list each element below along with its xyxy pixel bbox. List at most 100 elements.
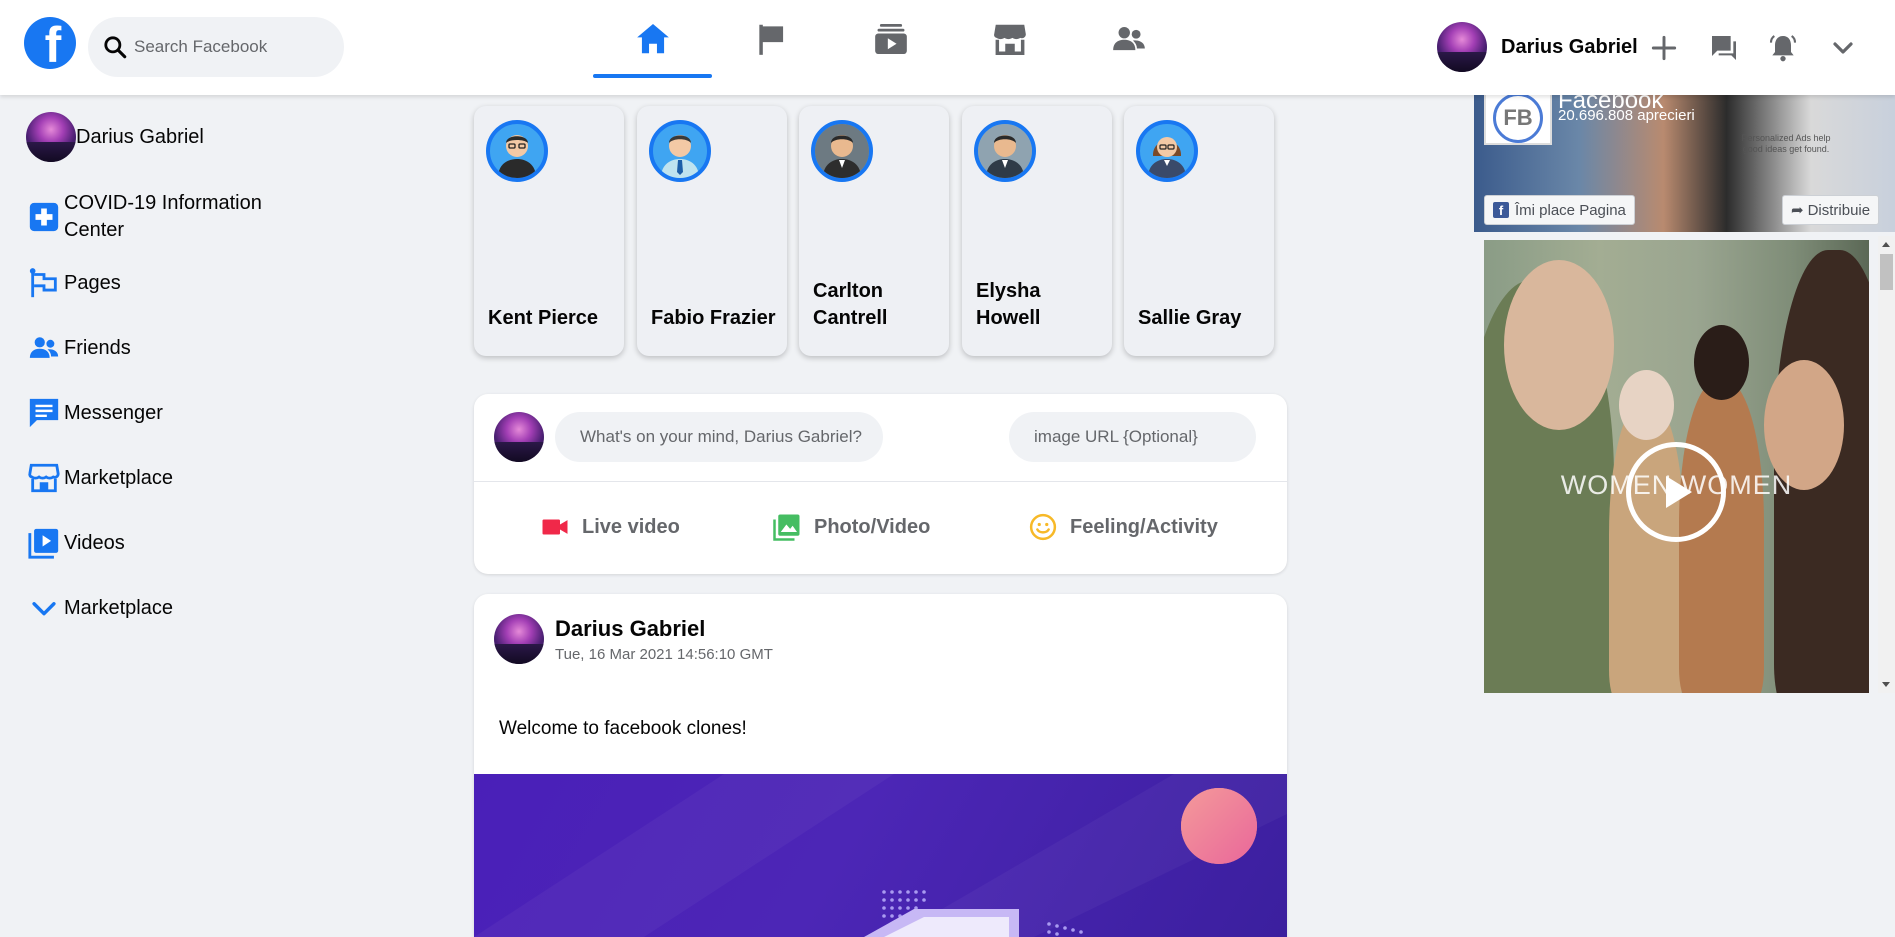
photo-icon (773, 514, 800, 541)
live-video-button[interactable]: Live video (540, 502, 680, 552)
video-ad[interactable]: WOMEN WOMEN (1484, 240, 1869, 693)
messenger-icon (1712, 36, 1736, 60)
status-input[interactable] (555, 412, 883, 462)
sidebar-item-label: Messenger (64, 401, 163, 424)
watch-icon (874, 23, 907, 55)
play-icon (1666, 476, 1692, 508)
share-label: Distribuie (1807, 201, 1871, 219)
sidebar-item-videos[interactable]: Videos (26, 525, 346, 561)
groups-icon (1112, 26, 1145, 51)
post-text: Welcome to facebook clones! (499, 718, 747, 739)
video-figure (1694, 325, 1749, 400)
sidebar-item-label: Videos (64, 531, 125, 554)
tab-groups[interactable] (1069, 0, 1188, 78)
action-label: Feeling/Activity (1070, 515, 1218, 538)
feeling-activity-button[interactable]: Feeling/Activity (1028, 502, 1218, 552)
messenger-button[interactable] (1704, 28, 1744, 68)
sidebar-item-see-more[interactable]: Marketplace (26, 590, 346, 626)
facebook-mini-icon: f (1493, 202, 1509, 218)
facebook-page-plugin[interactable]: FB Facebook 20.696.808 aprecieri Persona… (1474, 95, 1895, 232)
story-name: Sallie Gray (1138, 307, 1242, 329)
image-url-input[interactable] (1009, 412, 1256, 462)
person-glasses-icon (498, 135, 536, 178)
flag-icon (758, 24, 783, 55)
sidebar-item-label: Darius Gabriel (76, 125, 204, 148)
search-bar[interactable] (88, 17, 344, 77)
photo-video-button[interactable]: Photo/Video (772, 502, 930, 552)
create-button[interactable] (1644, 28, 1684, 68)
notifications-button[interactable] (1763, 28, 1803, 68)
sidebar-item-messenger[interactable]: Messenger (26, 395, 346, 431)
header-user-name: Darius Gabriel (1501, 35, 1638, 58)
story-name: Fabio Frazier (651, 307, 776, 329)
page-logo: FB (1484, 95, 1552, 145)
post-timestamp[interactable]: Tue, 16 Mar 2021 14:56:10 GMT (555, 646, 773, 663)
avatar[interactable] (494, 614, 544, 664)
share-icon: ➦ (1791, 202, 1804, 219)
action-label: Live video (582, 515, 680, 538)
story-avatar (811, 120, 873, 182)
facebook-logo-icon[interactable]: f (24, 17, 76, 69)
sidebar-item-label: COVID-19 Information Center (64, 192, 262, 241)
chevron-down-icon (1833, 42, 1853, 54)
avatar (26, 112, 76, 162)
action-label: Photo/Video (814, 515, 931, 538)
sidebar-item-label: Friends (64, 336, 131, 359)
marketplace-icon (26, 460, 62, 496)
story-card[interactable]: Fabio Frazier (637, 106, 787, 356)
top-navbar: f Darius Gabriel (0, 0, 1895, 95)
sidebar-item-label: Marketplace (64, 466, 173, 489)
video-figure (1504, 260, 1614, 430)
sidebar-item-marketplace[interactable]: Marketplace (26, 460, 346, 496)
search-input[interactable] (134, 37, 324, 57)
story-card[interactable]: Sallie Gray (1124, 106, 1274, 356)
avatar (1437, 22, 1487, 72)
post-author[interactable]: Darius Gabriel (555, 616, 705, 642)
person-woman-icon (1148, 137, 1186, 178)
scroll-down-icon[interactable] (1882, 682, 1890, 687)
sidebar-item-profile[interactable]: Darius Gabriel (26, 112, 346, 162)
play-button[interactable] (1626, 442, 1726, 542)
scroll-up-icon[interactable] (1882, 242, 1890, 247)
tab-watch[interactable] (831, 0, 950, 78)
story-avatar (649, 120, 711, 182)
plus-icon (1651, 35, 1677, 61)
story-card[interactable]: Carlton Cantrell (799, 106, 949, 356)
like-page-label: Îmi place Pagina (1515, 201, 1626, 219)
friends-icon (26, 330, 62, 366)
post-image[interactable] (474, 774, 1287, 937)
share-button[interactable]: ➦ Distribuie (1782, 195, 1880, 225)
story-card[interactable]: Kent Pierce (474, 106, 624, 356)
story-card[interactable]: Elysha Howell (962, 106, 1112, 356)
scrollbar[interactable] (1878, 236, 1895, 693)
story-name: Elysha Howell (976, 280, 1041, 329)
scrollbar-thumb[interactable] (1880, 254, 1893, 290)
bell-icon (1769, 35, 1797, 62)
tab-home[interactable] (593, 0, 712, 78)
video-icon (26, 525, 62, 561)
tab-pages[interactable] (712, 0, 831, 78)
story-avatar (486, 120, 548, 182)
post-composer: Live video Photo/Video Feeling/Activity (474, 394, 1287, 574)
sidebar-item-label: Pages (64, 271, 121, 294)
home-icon (636, 23, 669, 54)
account-menu-button[interactable] (1823, 28, 1863, 68)
sidebar-item-friends[interactable]: Friends (26, 330, 346, 366)
page-logo-text: FB (1493, 95, 1543, 143)
story-name: Kent Pierce (488, 307, 599, 329)
sidebar-item-pages[interactable]: Pages (26, 265, 346, 301)
messenger-icon (26, 395, 62, 431)
covid-icon (26, 199, 62, 235)
header-profile[interactable]: Darius Gabriel (1437, 22, 1638, 72)
chevron-down-icon (26, 590, 62, 626)
video-figure (1619, 370, 1674, 440)
story-name: Carlton Cantrell (813, 280, 888, 329)
person-suit-icon (978, 124, 1032, 178)
sidebar-item-covid[interactable]: COVID-19 Information Center (26, 190, 346, 244)
search-icon (104, 36, 127, 59)
like-page-button[interactable]: f Îmi place Pagina (1484, 195, 1635, 225)
ads-note: Personalized Ads help good ideas get fou… (1741, 133, 1831, 154)
tab-marketplace[interactable] (950, 0, 1069, 78)
feed-post: Darius Gabriel Tue, 16 Mar 2021 14:56:10… (474, 594, 1287, 937)
divider (474, 481, 1287, 482)
